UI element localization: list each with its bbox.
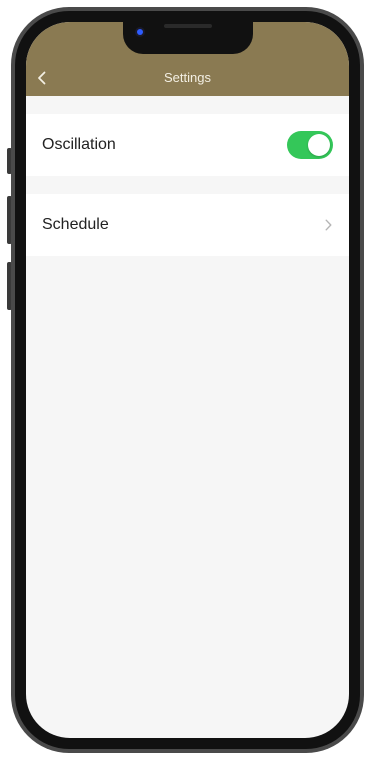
front-camera bbox=[136, 29, 143, 35]
schedule-label: Schedule bbox=[42, 216, 109, 233]
phone-notch bbox=[122, 22, 253, 54]
chevron-right-icon bbox=[325, 219, 332, 231]
oscillation-toggle[interactable] bbox=[287, 131, 333, 159]
phone-bezel: Settings Oscillation Schedule bbox=[15, 11, 360, 749]
page-title: Settings bbox=[164, 70, 211, 85]
app-screen: Settings Oscillation Schedule bbox=[26, 22, 349, 738]
oscillation-label: Oscillation bbox=[42, 136, 116, 153]
toggle-knob bbox=[308, 134, 330, 156]
settings-row-schedule[interactable]: Schedule bbox=[26, 194, 349, 256]
schedule-chevron bbox=[323, 218, 333, 232]
speaker-grille bbox=[163, 24, 212, 28]
phone-frame: Settings Oscillation Schedule bbox=[11, 7, 364, 753]
settings-row-oscillation: Oscillation bbox=[26, 114, 349, 176]
app-header: Settings bbox=[26, 22, 349, 96]
